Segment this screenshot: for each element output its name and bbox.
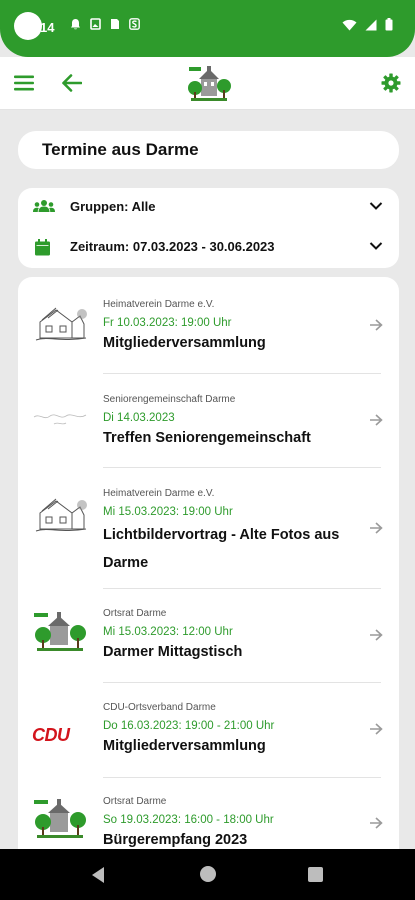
menu-icon	[14, 75, 34, 91]
battery-icon	[385, 18, 393, 31]
filter-card: Gruppen: Alle Zeitraum: 07.03.2023 - 30.…	[18, 188, 399, 268]
status-time: 14	[40, 20, 55, 35]
arrow-right-icon	[370, 522, 383, 534]
house-sketch-thumbnail	[32, 493, 88, 537]
event-title: Darmer Mittagstisch	[103, 644, 243, 660]
event-date: Do 16.03.2023: 19:00 - 21:00 Uhr	[103, 720, 275, 732]
arrow-right-icon	[370, 817, 383, 829]
gear-icon	[381, 73, 401, 93]
bell-icon	[71, 19, 80, 30]
darme-logo-thumbnail	[32, 611, 88, 655]
event-group: CDU-Ortsverband Darme	[103, 702, 216, 713]
arrow-left-icon	[62, 74, 82, 92]
event-date: So 19.03.2023: 16:00 - 18:00 Uhr	[103, 814, 274, 826]
signal-icon	[365, 19, 377, 30]
nav-back-icon[interactable]	[92, 867, 104, 883]
period-filter[interactable]: Zeitraum: 07.03.2023 - 30.06.2023	[18, 228, 399, 268]
settings-button[interactable]	[379, 71, 403, 95]
event-group: Heimatverein Darme e.V.	[103, 299, 215, 310]
event-date: Mi 15.03.2023: 19:00 Uhr	[103, 506, 233, 518]
photo-icon	[90, 18, 101, 30]
cdu-logo-thumbnail: CDU	[32, 713, 88, 757]
wifi-icon	[342, 19, 357, 30]
cdu-logo: CDU	[32, 724, 70, 745]
back-button[interactable]	[60, 71, 84, 95]
arrow-right-icon	[370, 629, 383, 641]
event-list: Heimatverein Darme e.V. Fr 10.03.2023: 1…	[18, 277, 399, 877]
event-group: Seniorengemeinschaft Darme	[103, 394, 236, 405]
event-date: Mi 15.03.2023: 12:00 Uhr	[103, 626, 233, 638]
event-title: Mitgliederversammlung	[103, 738, 266, 754]
system-icons	[342, 18, 393, 31]
event-item[interactable]: Seniorengemeinschaft Darme Di 14.03.2023…	[18, 374, 399, 467]
arrow-right-icon	[370, 723, 383, 735]
period-filter-label: Zeitraum: 07.03.2023 - 30.06.2023	[70, 239, 275, 254]
page-title: Termine aus Darme	[42, 140, 199, 159]
menu-button[interactable]	[12, 71, 36, 95]
event-item[interactable]: CDU CDU-Ortsverband Darme Do 16.03.2023:…	[18, 683, 399, 777]
status-bar: 14	[0, 0, 415, 57]
nav-recents-icon[interactable]	[308, 867, 323, 882]
event-title: Lichtbildervortrag - Alte Fotos aus Darm…	[103, 527, 340, 571]
event-group: Ortsrat Darme	[103, 608, 167, 619]
notification-icons	[70, 18, 140, 31]
event-item[interactable]: Heimatverein Darme e.V. Fr 10.03.2023: 1…	[18, 277, 399, 373]
event-item[interactable]: Ortsrat Darme Mi 15.03.2023: 12:00 Uhr D…	[18, 589, 399, 682]
chevron-down-icon	[369, 202, 383, 210]
app-s-icon	[129, 18, 140, 30]
event-title: Treffen Seniorengemeinschaft	[103, 430, 311, 446]
arrow-right-icon	[370, 414, 383, 426]
script-logo-thumbnail	[32, 399, 88, 443]
event-item[interactable]: Heimatverein Darme e.V. Mi 15.03.2023: 1…	[18, 468, 399, 588]
event-group: Ortsrat Darme	[103, 796, 167, 807]
app-logo	[187, 64, 231, 104]
house-sketch-thumbnail	[32, 302, 88, 346]
groups-filter[interactable]: Gruppen: Alle	[18, 188, 399, 228]
event-title: Mitgliederversammlung	[103, 335, 266, 351]
sim-icon	[111, 19, 119, 29]
groups-filter-label: Gruppen: Alle	[70, 199, 156, 214]
event-group: Heimatverein Darme e.V.	[103, 488, 215, 499]
arrow-right-icon	[370, 319, 383, 331]
calendar-icon	[35, 239, 50, 256]
event-date: Fr 10.03.2023: 19:00 Uhr	[103, 317, 232, 329]
chevron-down-icon	[369, 242, 383, 250]
groups-icon	[33, 200, 55, 212]
page-title-card: Termine aus Darme	[18, 131, 399, 169]
nav-home-icon[interactable]	[200, 866, 216, 882]
event-date: Di 14.03.2023	[103, 412, 175, 424]
camera-cutout	[14, 12, 42, 40]
darme-logo-thumbnail	[32, 798, 88, 842]
